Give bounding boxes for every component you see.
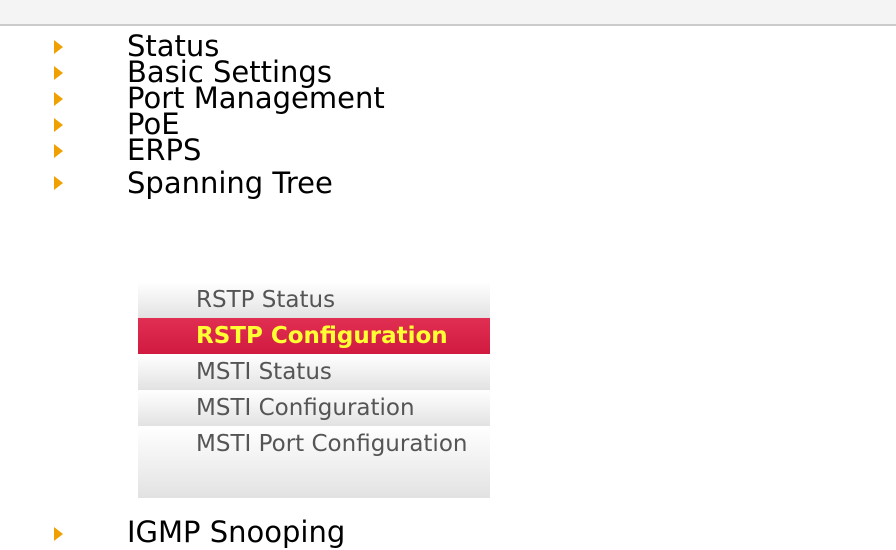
menu-item-label: Spanning Tree: [127, 166, 333, 200]
menu-item-label: ERPS: [127, 133, 202, 167]
submenu-item-rstp-status[interactable]: RSTP Status: [138, 282, 490, 318]
arrow-right-icon: [54, 92, 63, 106]
spanning-tree-submenu: RSTP Status RSTP Configuration MSTI Stat…: [138, 282, 490, 498]
menu-item-row: IGMP Snooping: [0, 514, 896, 550]
menu-item-igmp-snooping[interactable]: IGMP Snooping: [0, 514, 896, 550]
menu-item-spanning-tree[interactable]: Spanning Tree: [0, 163, 896, 203]
submenu-item-msti-port-configuration[interactable]: MSTI Port Configuration: [138, 426, 490, 498]
submenu-item-rstp-configuration[interactable]: RSTP Configuration: [138, 318, 490, 354]
arrow-right-icon: [54, 118, 63, 132]
menu-item-label: IGMP Snooping: [127, 515, 346, 549]
arrow-right-icon: [54, 527, 63, 541]
nav-menu: Status Basic Settings Port Management Po…: [0, 32, 896, 203]
submenu-item-msti-status[interactable]: MSTI Status: [138, 354, 490, 390]
top-bar: [0, 0, 896, 26]
submenu-item-msti-configuration[interactable]: MSTI Configuration: [138, 390, 490, 426]
arrow-right-icon: [54, 66, 63, 80]
menu-item-erps[interactable]: ERPS: [0, 133, 896, 167]
arrow-right-icon: [54, 40, 63, 54]
arrow-right-icon: [54, 144, 63, 158]
arrow-right-icon: [54, 176, 63, 190]
